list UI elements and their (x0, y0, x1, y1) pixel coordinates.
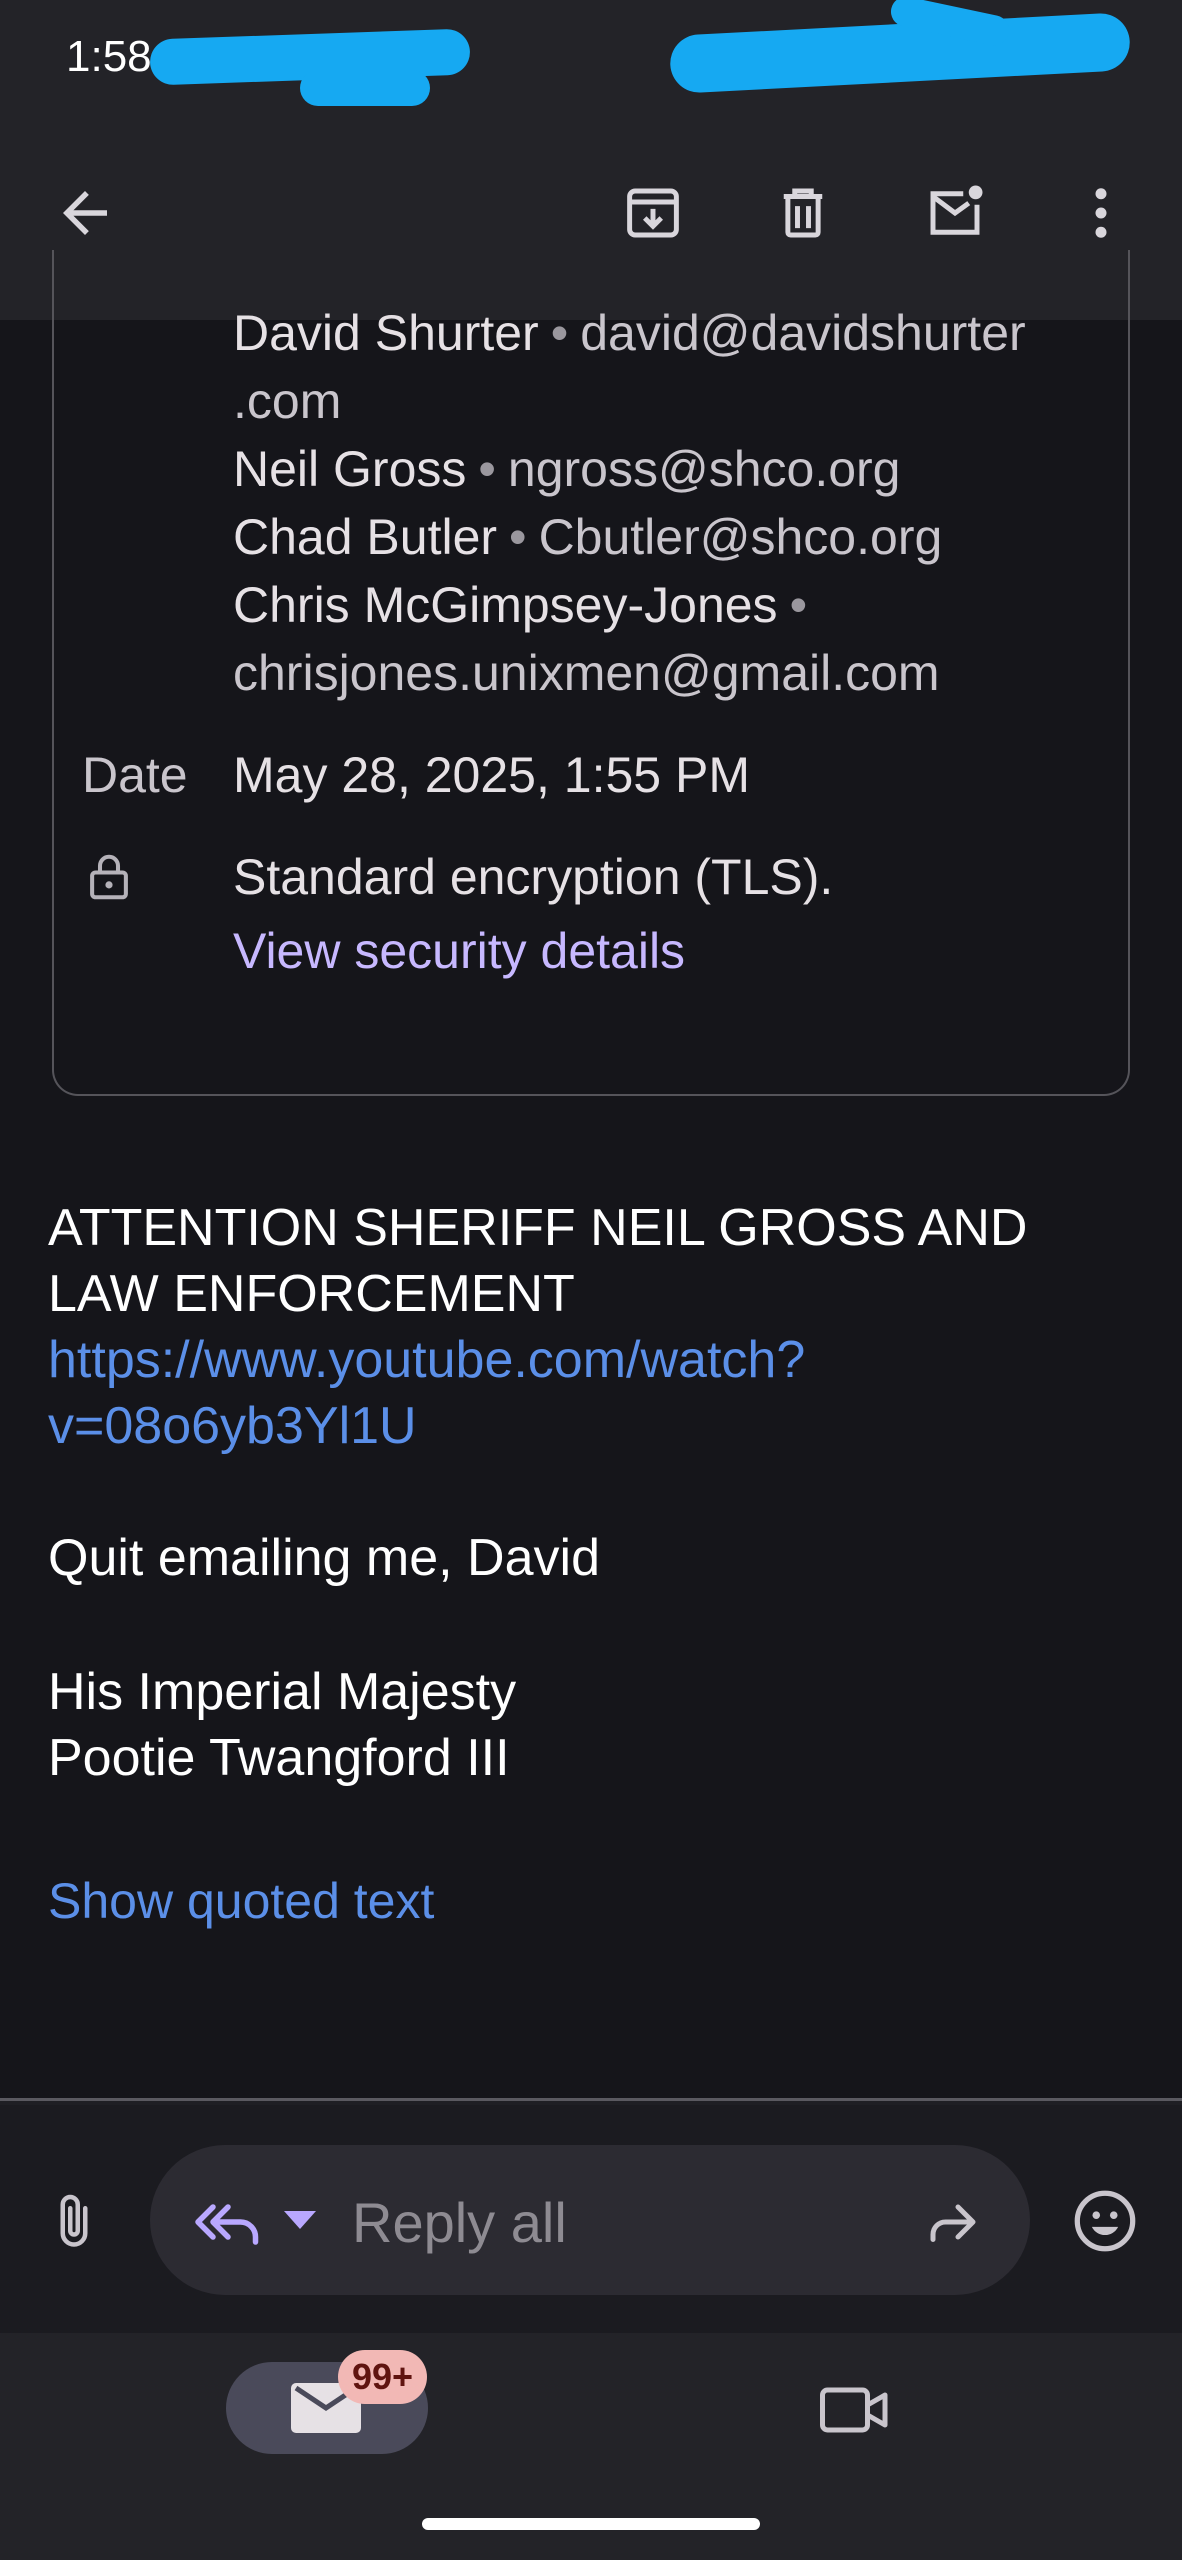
recipient-email[interactable]: ngross@shco.org (508, 441, 901, 497)
show-quoted-text-link[interactable]: Show quoted text (48, 1872, 434, 1930)
recipient-4-email-line: chrisjones.unixmen@gmail.com (233, 644, 940, 702)
separator-dot: • (789, 577, 808, 633)
recipient-email[interactable]: Cbutler@shco.org (539, 509, 943, 565)
lock-icon (90, 854, 128, 900)
status-bar: 1:58 (0, 0, 1182, 120)
view-security-details-link[interactable]: View security details (233, 922, 685, 980)
recipient-3: Chad Butler • Cbutler@shco.org (233, 508, 942, 566)
emoji-icon[interactable] (1070, 2186, 1140, 2256)
status-time: 1:58 (66, 32, 152, 81)
body-line-1: ATTENTION SHERIFF NEIL GROSS AND (48, 1199, 1028, 1257)
reply-all-icon[interactable] (192, 2192, 264, 2252)
encryption-text: Standard encryption (TLS). (233, 849, 834, 905)
arrow-back-icon[interactable] (50, 178, 120, 248)
body-line-2: LAW ENFORCEMENT (48, 1265, 575, 1323)
date-value: May 28, 2025, 1:55 PM (233, 747, 750, 803)
recipient-email[interactable]: chrisjones.unixmen@gmail.com (233, 645, 940, 701)
video-camera-icon[interactable] (820, 2382, 890, 2438)
recipient-name: Chris McGimpsey-Jones (233, 577, 778, 633)
more-vert-icon[interactable] (1066, 178, 1136, 248)
recipient-name: Neil Gross (233, 441, 467, 497)
chevron-down-icon[interactable] (280, 2206, 320, 2236)
recipient-4: Chris McGimpsey-Jones • (233, 576, 819, 634)
recipient-email[interactable]: david@davidshurter (580, 305, 1025, 361)
recipient-name: Chad Butler (233, 509, 498, 565)
body-line-3: Quit emailing me, David (48, 1529, 600, 1587)
separator-dot: • (550, 305, 569, 361)
home-indicator[interactable] (422, 2518, 760, 2530)
signature-line-2: Pootie Twangford III (48, 1729, 510, 1787)
recipient-1: David Shurter • david@davidshurter (233, 304, 1026, 362)
youtube-link-line-1[interactable]: https://www.youtube.com/watch? (48, 1330, 805, 1390)
redaction-mark-left-tail (300, 70, 430, 106)
forward-icon[interactable] (920, 2192, 986, 2252)
reply-all-placeholder: Reply all (352, 2191, 567, 2254)
paperclip-icon[interactable] (44, 2190, 104, 2254)
separator-dot: • (509, 509, 527, 565)
date-label: Date (82, 747, 188, 803)
recipient-2: Neil Gross • ngross@shco.org (233, 440, 901, 498)
youtube-link-line-2[interactable]: v=08o6yb3Yl1U (48, 1396, 417, 1456)
trash-icon[interactable] (768, 178, 838, 248)
recipient-name: David Shurter (233, 305, 539, 361)
recipient-email-cont[interactable]: .com (233, 373, 341, 429)
recipient-1-email-cont: .com (233, 372, 341, 430)
signature-line-1: His Imperial Majesty (48, 1663, 517, 1721)
archive-icon[interactable] (618, 178, 688, 248)
unread-count-badge: 99+ (338, 2350, 428, 2404)
mark-unread-icon[interactable] (920, 178, 990, 248)
separator-dot: • (478, 441, 496, 497)
